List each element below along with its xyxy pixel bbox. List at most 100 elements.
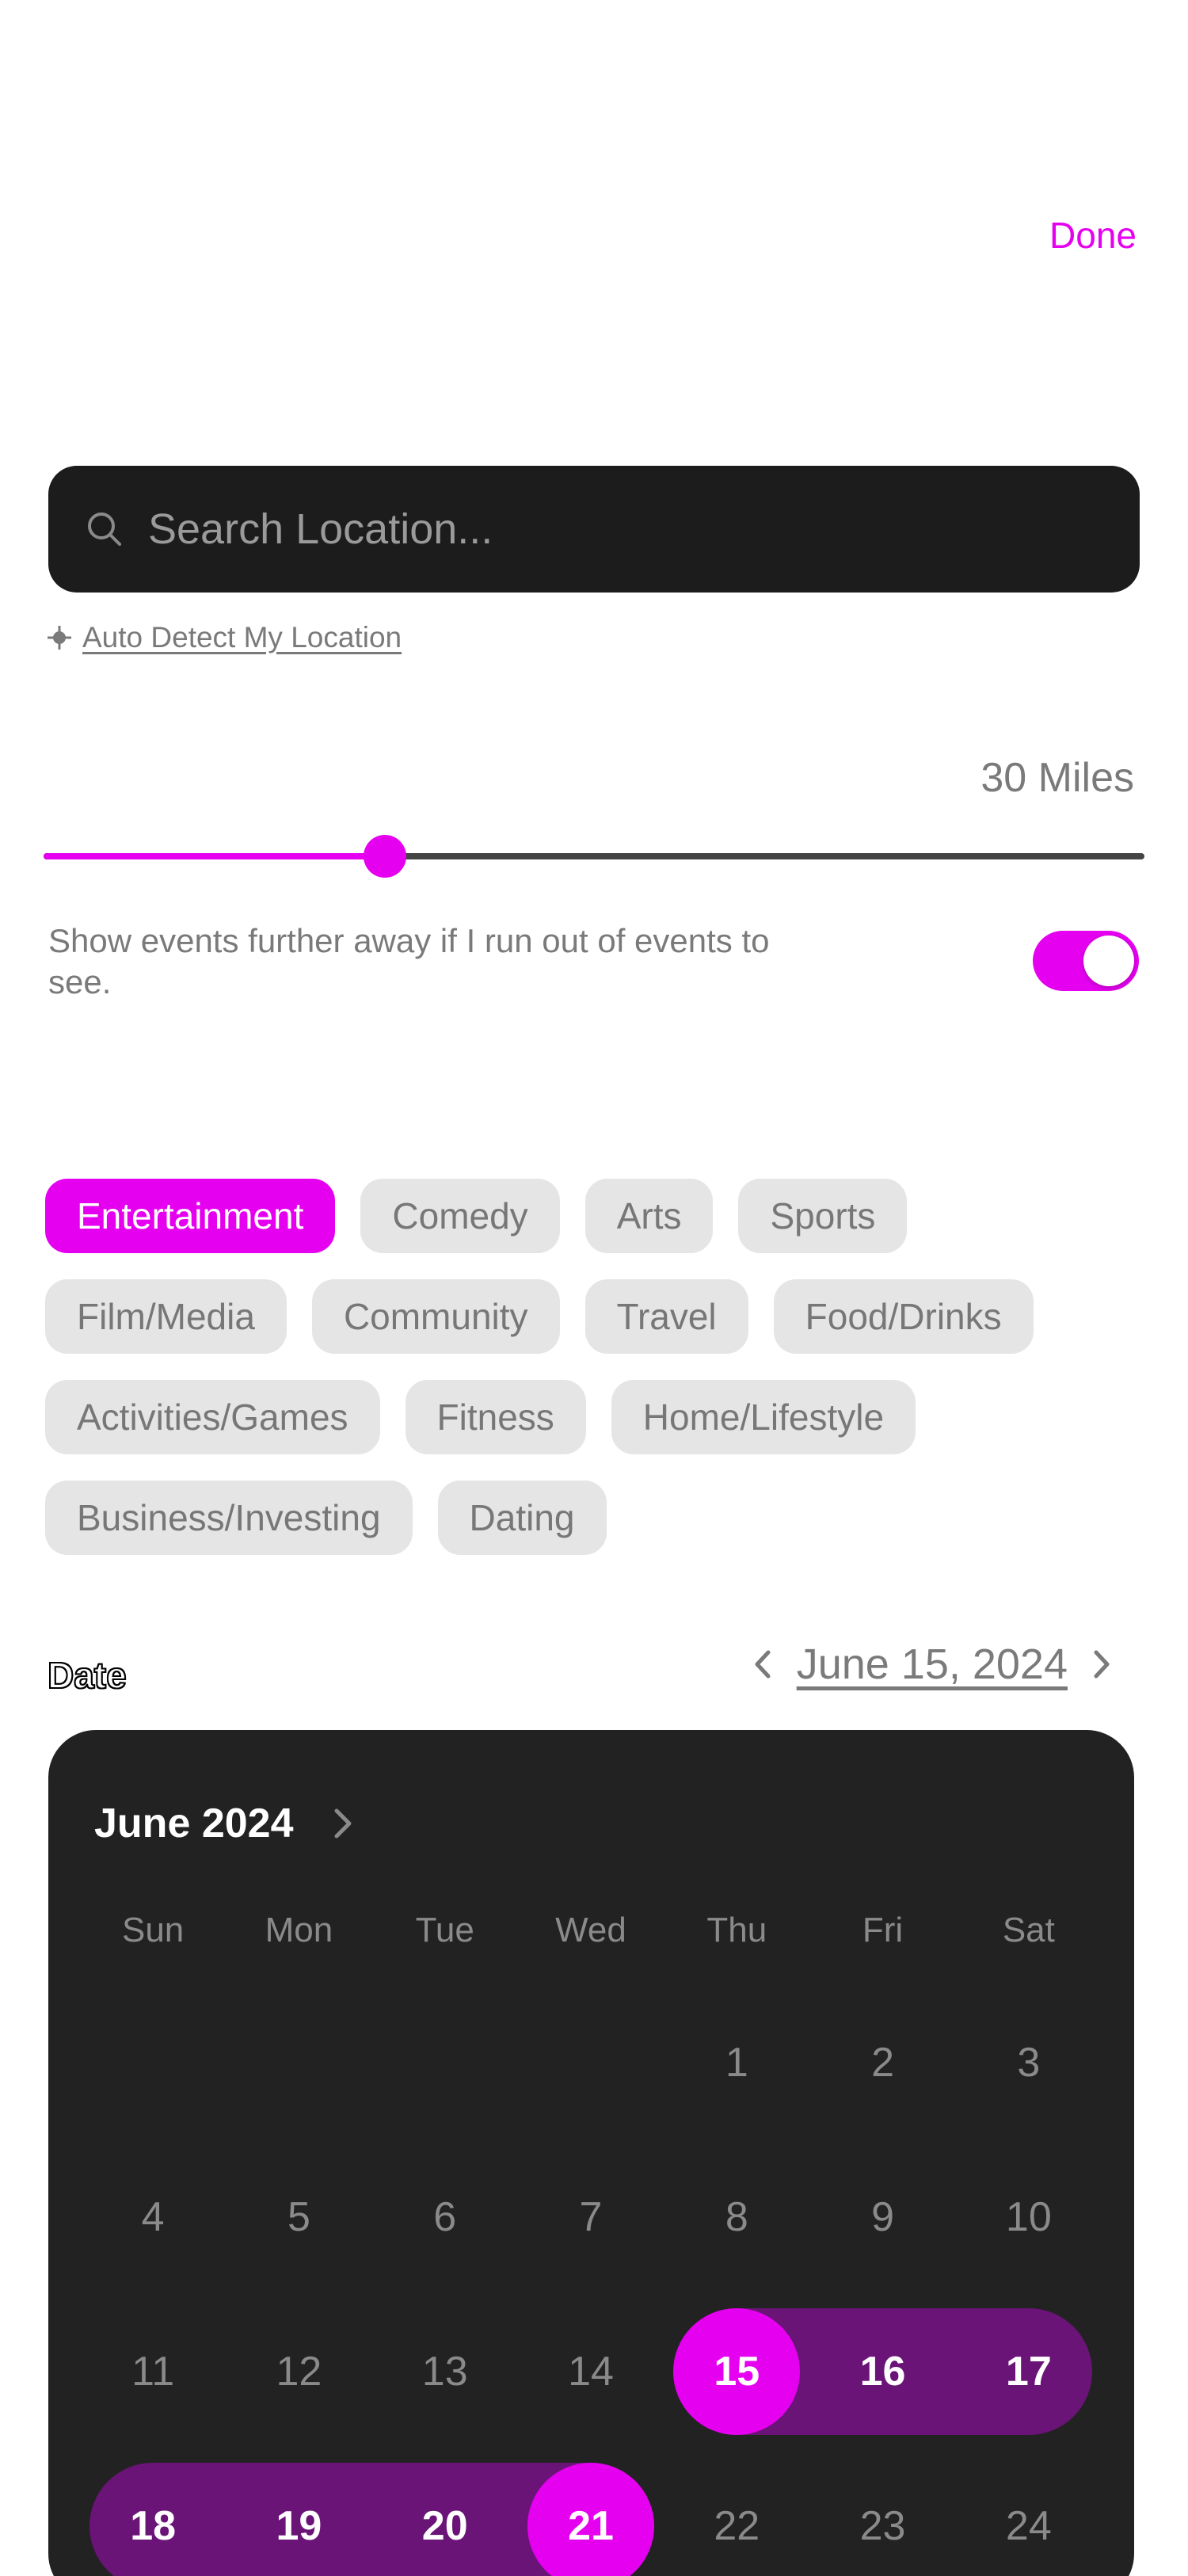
done-button[interactable]: Done <box>1049 214 1137 257</box>
category-chip[interactable]: Fitness <box>405 1380 586 1454</box>
day-number: 13 <box>421 2349 468 2395</box>
day-number: 8 <box>725 2194 748 2240</box>
calendar-day[interactable]: 3 <box>956 1999 1102 2126</box>
calendar-day[interactable]: 15 <box>664 2308 809 2435</box>
day-number: 12 <box>276 2349 322 2395</box>
distance-value: 30 Miles <box>980 755 1134 801</box>
search-location-bar[interactable] <box>48 466 1140 593</box>
day-number: 6 <box>433 2194 457 2240</box>
further-away-toggle[interactable] <box>1033 931 1139 991</box>
day-number: 17 <box>1005 2349 1052 2395</box>
slider-fill <box>44 853 385 859</box>
day-number: 9 <box>871 2194 895 2240</box>
day-number: 14 <box>568 2349 614 2395</box>
search-location-input[interactable] <box>148 505 1019 554</box>
toggle-knob <box>1083 936 1134 986</box>
calendar-day[interactable]: 17 <box>956 2308 1102 2435</box>
weekday-label: Sun <box>121 1911 185 1949</box>
selected-date[interactable]: June 15, 2024 <box>797 1640 1068 1689</box>
calendar-week: 1 2 3 <box>80 1999 1102 2154</box>
category-chip[interactable]: Arts <box>584 1179 714 1253</box>
chip-row: Business/Investing Dating <box>45 1480 1146 1555</box>
day-number: 11 <box>131 2349 175 2395</box>
search-icon <box>88 513 121 546</box>
calendar-day-empty <box>518 1999 664 2126</box>
weekday-label: Mon <box>265 1911 333 1949</box>
weekday-label: Sat <box>1002 1911 1055 1949</box>
category-chip[interactable]: Activities/Games <box>45 1380 380 1454</box>
category-chip[interactable]: Home/Lifestyle <box>611 1380 916 1454</box>
day-number: 1 <box>725 2040 748 2086</box>
category-chip[interactable]: Food/Drinks <box>773 1279 1034 1354</box>
further-away-text: Show events further away if I run out of… <box>48 922 770 1000</box>
calendar-day[interactable]: 1 <box>664 1999 809 2126</box>
category-chip[interactable]: Entertainment <box>45 1179 336 1253</box>
weekday-label: Fri <box>862 1911 904 1949</box>
auto-detect-location-link[interactable]: Auto Detect My Location <box>46 621 402 654</box>
calendar-day[interactable]: 18 <box>80 2463 226 2576</box>
calendar-day[interactable]: 7 <box>518 2154 664 2281</box>
calendar-day[interactable]: 14 <box>518 2308 664 2435</box>
calendar-day[interactable]: 16 <box>809 2308 955 2435</box>
chip-row: Entertainment Comedy Arts Sports <box>45 1179 1146 1253</box>
day-number: 18 <box>130 2503 177 2549</box>
calendar-day[interactable]: 5 <box>226 2154 371 2281</box>
calendar-header: June 2024 <box>94 1800 357 1847</box>
calendar-day[interactable]: 2 <box>809 1999 955 2126</box>
chip-row: Film/Media Community Travel Food/Drinks <box>45 1279 1146 1354</box>
category-chip[interactable]: Business/Investing <box>45 1480 413 1555</box>
crosshair-icon <box>48 626 71 650</box>
calendar-day[interactable]: 19 <box>226 2463 371 2576</box>
calendar-week: 4 5 6 7 8 9 10 <box>80 2154 1102 2308</box>
calendar-month-label: June 2024 <box>94 1801 294 1846</box>
calendar-day[interactable]: 10 <box>956 2154 1102 2281</box>
calendar-day[interactable]: 20 <box>372 2463 518 2576</box>
calendar-day[interactable]: 24 <box>956 2463 1102 2576</box>
calendar-day[interactable]: 9 <box>809 2154 955 2281</box>
calendar-day-empty <box>372 1999 518 2126</box>
auto-detect-label: Auto Detect My Location <box>82 621 402 654</box>
day-number: 2 <box>871 2040 895 2086</box>
category-chip[interactable]: Film/Media <box>45 1279 287 1354</box>
category-chips: Entertainment Comedy Arts Sports Film/Media C… <box>45 1179 1146 1581</box>
slider-thumb[interactable] <box>363 835 406 878</box>
weekday-label: Tue <box>415 1911 474 1949</box>
calendar-day[interactable]: 12 <box>226 2308 371 2435</box>
day-number: 4 <box>141 2194 165 2240</box>
date-navigator: June 15, 2024 <box>748 1640 1117 1689</box>
calendar-days: 1 2 3 4 5 6 7 8 9 10 11 12 13 14 15 16 17 18 19 20 21 22 23 24 <box>80 1999 1102 2576</box>
day-number: 16 <box>859 2349 906 2395</box>
calendar-day[interactable]: 11 <box>80 2308 226 2435</box>
day-number: 20 <box>421 2503 468 2549</box>
weekday-label: Thu <box>706 1911 767 1949</box>
day-number: 7 <box>579 2194 603 2240</box>
calendar-day[interactable]: 22 <box>664 2463 809 2576</box>
calendar-day[interactable]: 4 <box>80 2154 226 2281</box>
day-number: 24 <box>1005 2503 1052 2549</box>
calendar-day[interactable]: 13 <box>372 2308 518 2435</box>
chevron-left-icon[interactable] <box>748 1644 779 1684</box>
day-number: 23 <box>859 2503 906 2549</box>
category-chip[interactable]: Sports <box>738 1179 908 1253</box>
day-number: 21 <box>568 2503 614 2549</box>
next-month-icon[interactable] <box>329 1804 357 1842</box>
category-chip[interactable]: Community <box>311 1279 560 1354</box>
calendar-weekdays: Sun Mon Tue Wed Thu Fri Sat <box>80 1911 1102 1950</box>
category-chip[interactable]: Travel <box>584 1279 748 1354</box>
distance-slider[interactable] <box>44 835 1144 878</box>
weekday-label: Wed <box>555 1911 626 1949</box>
category-chip[interactable]: Dating <box>437 1480 607 1555</box>
chip-row: Activities/Games Fitness Home/Lifestyle <box>45 1380 1146 1454</box>
calendar-day-empty <box>80 1999 226 2126</box>
chevron-right-icon[interactable] <box>1085 1644 1117 1684</box>
calendar-day[interactable]: 8 <box>664 2154 809 2281</box>
day-number: 5 <box>287 2194 310 2240</box>
category-chip[interactable]: Comedy <box>360 1179 560 1253</box>
calendar-day[interactable]: 6 <box>372 2154 518 2281</box>
day-number: 10 <box>1005 2194 1052 2240</box>
date-label: Date <box>47 1654 128 1697</box>
day-number: 22 <box>714 2503 760 2549</box>
calendar-day[interactable]: 21 <box>518 2463 664 2576</box>
day-number: 15 <box>714 2349 760 2395</box>
calendar-day[interactable]: 23 <box>809 2463 955 2576</box>
